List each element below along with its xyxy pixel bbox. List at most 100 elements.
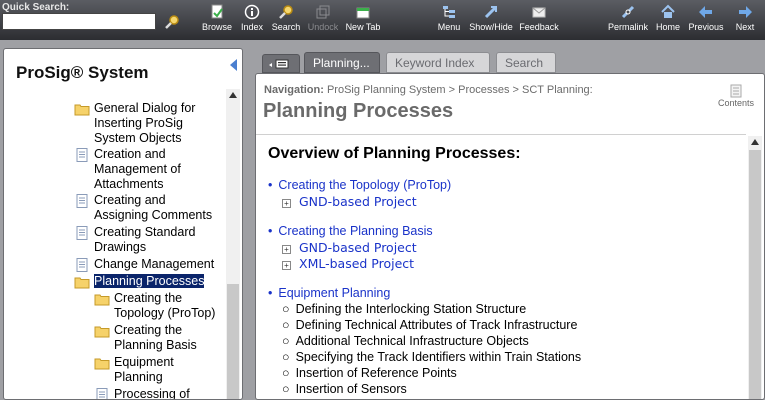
undock-button[interactable]: Undock: [306, 4, 340, 38]
subsection-label[interactable]: GND-based Project: [299, 194, 417, 209]
section-title[interactable]: Creating the Planning Basis: [278, 224, 432, 238]
subsection-item: ○ Additional Technical Infrastructure Obj…: [282, 334, 529, 348]
content-scroll-thumb[interactable]: [749, 150, 761, 399]
circle-bullet: ○: [282, 318, 290, 332]
toc-item[interactable]: Creating and Assigning Comments: [74, 193, 226, 223]
toc-item[interactable]: General Dialog for Inserting ProSig System…: [74, 101, 226, 146]
index-button[interactable]: Index: [238, 4, 266, 38]
tab-planning[interactable]: Planning...: [304, 52, 380, 73]
next-button[interactable]: Next: [732, 4, 758, 38]
tab-keyword-index[interactable]: Keyword Index: [386, 52, 490, 73]
undock-icon: [316, 5, 330, 19]
toc-item[interactable]: Change Management: [74, 257, 226, 272]
scroll-up-icon[interactable]: [229, 92, 237, 98]
top-toolbar: Quick Search: Browse Index Search Undock…: [0, 0, 765, 40]
toc-item[interactable]: Creating the Topology (ProTop): [94, 291, 226, 321]
bullet: •: [268, 224, 273, 238]
section-link[interactable]: • Equipment Planning: [268, 286, 390, 300]
section-title[interactable]: Equipment Planning: [278, 286, 390, 300]
menu-button[interactable]: Menu: [435, 4, 463, 38]
subsection-link[interactable]: + GND-based Project: [282, 194, 417, 209]
toc-item[interactable]: Creating Standard Drawings: [74, 225, 226, 255]
subsection-link[interactable]: + GND-based Project: [282, 240, 417, 255]
home-button[interactable]: Home: [654, 4, 682, 38]
subsection-label: Additional Technical Infrastructure Obje…: [295, 334, 529, 348]
expand-plus-icon[interactable]: +: [282, 261, 291, 270]
menu-icon: [443, 6, 455, 18]
subsection-item: ○ Insertion of Reference Points: [282, 366, 457, 380]
section-link[interactable]: • Creating the Topology (ProTop): [268, 178, 451, 192]
subsection-label: Defining Technical Attributes of Track I…: [295, 318, 578, 332]
toc-scrollbar[interactable]: [226, 89, 240, 399]
page-title: Planning Processes: [263, 100, 454, 122]
collapse-left-icon[interactable]: [230, 59, 238, 71]
folder-icon: [94, 324, 110, 338]
page-icon: [94, 388, 110, 399]
bullet: •: [268, 178, 273, 192]
quick-search-go-icon[interactable]: [164, 14, 180, 30]
toc-item[interactable]: Planning Processes: [74, 274, 226, 289]
expand-plus-icon[interactable]: +: [282, 245, 291, 254]
toc-title: ProSig® System: [16, 63, 149, 82]
browse-label: Browse: [201, 22, 232, 32]
content-panel: Navigation: ProSig Planning System > Pro…: [255, 73, 765, 400]
section-link[interactable]: • Creating the Planning Basis: [268, 224, 433, 238]
toc-item-label: Creating and: [94, 193, 166, 207]
folder-icon: [94, 356, 110, 370]
subsection-label: Insertion of Sensors: [295, 382, 407, 396]
toc-item-label: Drawings: [94, 240, 147, 254]
subsection-link[interactable]: + XML-based Project: [282, 256, 414, 271]
search-icon: [279, 5, 293, 19]
subsection-label[interactable]: XML-based Project: [299, 256, 414, 271]
contents-button[interactable]: Contents: [716, 84, 756, 108]
toc-item-label: Creating Standard: [94, 225, 196, 239]
permalink-label: Permalink: [608, 22, 649, 32]
subsection-label: Specifying the Track Identifiers within …: [295, 350, 582, 364]
toc-item-label: General Dialog for: [94, 101, 196, 115]
section-title[interactable]: Creating the Topology (ProTop): [278, 178, 451, 192]
next-label: Next: [735, 22, 755, 32]
search-button[interactable]: Search: [270, 4, 302, 38]
folder-icon: [74, 102, 90, 116]
circle-bullet: ○: [282, 366, 290, 380]
toc-scroll-thumb[interactable]: [227, 284, 239, 399]
show-hide-button[interactable]: Show/Hide: [468, 4, 514, 38]
breadcrumb-path[interactable]: ProSig Planning System > Processes > SCT…: [327, 84, 593, 96]
new-tab-button[interactable]: New Tab: [344, 4, 382, 38]
index-icon: [244, 4, 260, 20]
previous-button[interactable]: Previous: [688, 4, 724, 38]
previous-icon: [699, 6, 712, 18]
toc-item[interactable]: Creating the Planning Basis: [94, 323, 226, 353]
toc-tree: General Dialog for Inserting ProSig System…: [4, 89, 226, 400]
quick-search-label: Quick Search:: [2, 2, 70, 13]
tab-menu-button[interactable]: [262, 54, 300, 73]
quick-search-input[interactable]: [2, 13, 156, 30]
breadcrumb: Navigation: ProSig Planning System > Pro…: [264, 84, 593, 96]
subsection-label: Defining the Interlocking Station Struct…: [295, 302, 527, 316]
expand-plus-icon[interactable]: +: [282, 199, 291, 208]
toc-item[interactable]: Creation and Management of Attachments: [74, 147, 226, 192]
contents-icon: [730, 84, 742, 98]
circle-bullet: ○: [282, 334, 290, 348]
document-body: Overview of Planning Processes: • Creatin…: [256, 134, 746, 399]
tab-search[interactable]: Search: [496, 52, 556, 73]
feedback-icon: [532, 7, 546, 18]
permalink-button[interactable]: Permalink: [608, 4, 648, 38]
toc-item[interactable]: Equipment Planning: [94, 355, 226, 385]
toc-item-label: Processing of: [114, 387, 190, 400]
toc-item[interactable]: Processing ofConstruction: [94, 387, 226, 400]
tab-list-icon: [269, 59, 289, 69]
navigation-prefix: Navigation:: [264, 84, 324, 96]
subsection-label[interactable]: GND-based Project: [299, 240, 417, 255]
browse-button[interactable]: Browse: [201, 4, 233, 38]
toc-item-label: Planning Basis: [114, 338, 197, 352]
toc-item-label: Topology (ProTop): [114, 306, 216, 320]
subsection-item: ○ Defining the Interlocking Station Struc…: [282, 302, 526, 316]
scroll-up-icon[interactable]: [751, 139, 759, 145]
home-label: Home: [655, 22, 680, 32]
circle-bullet: ○: [282, 350, 290, 364]
feedback-button[interactable]: Feedback: [519, 4, 559, 38]
content-scrollbar[interactable]: [748, 136, 762, 399]
contents-label: Contents: [717, 98, 755, 108]
previous-label: Previous: [688, 22, 724, 32]
